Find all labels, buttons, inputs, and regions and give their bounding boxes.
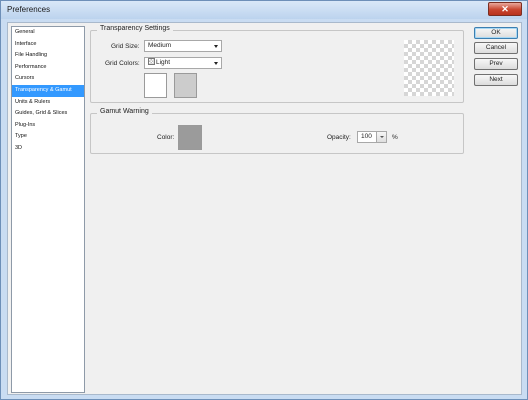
close-icon: ✕ (501, 4, 509, 14)
gamut-warning-group: Gamut Warning Color: Opacity: 100 % (90, 108, 464, 154)
preferences-window: Preferences ✕ General Interface File Han… (0, 0, 528, 400)
transparency-settings-title: Transparency Settings (97, 25, 173, 32)
sidebar-item-type[interactable]: Type (12, 131, 84, 143)
checkerboard-icon (148, 58, 155, 65)
next-button[interactable]: Next (474, 74, 518, 86)
ok-button[interactable]: OK (474, 27, 518, 39)
gamut-color-swatch[interactable] (178, 125, 202, 150)
transparency-preview (404, 40, 454, 96)
grid-colors-label: Grid Colors: (105, 60, 140, 67)
preferences-category-list: General Interface File Handling Performa… (11, 26, 85, 393)
sidebar-item-interface[interactable]: Interface (12, 39, 84, 51)
sidebar-item-transparency-gamut[interactable]: Transparency & Gamut (12, 84, 84, 97)
close-button[interactable]: ✕ (488, 2, 522, 16)
grid-color-swatch-2[interactable] (174, 73, 197, 98)
gamut-color-label: Color: (157, 134, 175, 141)
window-title: Preferences (7, 5, 51, 14)
sidebar-item-plug-ins[interactable]: Plug-Ins (12, 120, 84, 132)
opacity-value: 100 (361, 133, 372, 140)
grid-size-dropdown[interactable]: Medium (144, 40, 222, 52)
title-bar[interactable]: Preferences ✕ (1, 1, 527, 19)
cancel-button[interactable]: Cancel (474, 42, 518, 54)
sidebar-item-guides-grid-slices[interactable]: Guides, Grid & Slices (12, 108, 84, 120)
grid-size-value: Medium (148, 42, 172, 49)
grid-colors-dropdown[interactable]: Light (144, 57, 222, 69)
sidebar-item-cursors[interactable]: Cursors (12, 73, 84, 85)
transparency-settings-group: Transparency Settings Grid Size: Medium … (90, 25, 464, 103)
sidebar-item-general[interactable]: General (12, 27, 84, 39)
opacity-unit: % (392, 134, 398, 141)
sidebar-item-file-handling[interactable]: File Handling (12, 50, 84, 62)
sidebar-item-units-rulers[interactable]: Units & Rulers (12, 97, 84, 109)
sidebar-item-performance[interactable]: Performance (12, 62, 84, 74)
chevron-down-icon (214, 45, 218, 48)
gamut-warning-title: Gamut Warning (97, 108, 152, 115)
chevron-down-icon (380, 136, 384, 138)
opacity-slider-toggle[interactable] (376, 131, 387, 143)
grid-colors-value: Light (156, 59, 171, 66)
prev-button[interactable]: Prev (474, 58, 518, 70)
sidebar-item-3d[interactable]: 3D (12, 143, 84, 155)
chevron-down-icon (214, 62, 218, 65)
opacity-label: Opacity: (327, 134, 351, 141)
grid-size-label: Grid Size: (111, 43, 140, 50)
opacity-input[interactable]: 100 (357, 131, 377, 143)
dialog-body: General Interface File Handling Performa… (7, 22, 522, 395)
grid-color-swatch-1[interactable] (144, 73, 167, 98)
